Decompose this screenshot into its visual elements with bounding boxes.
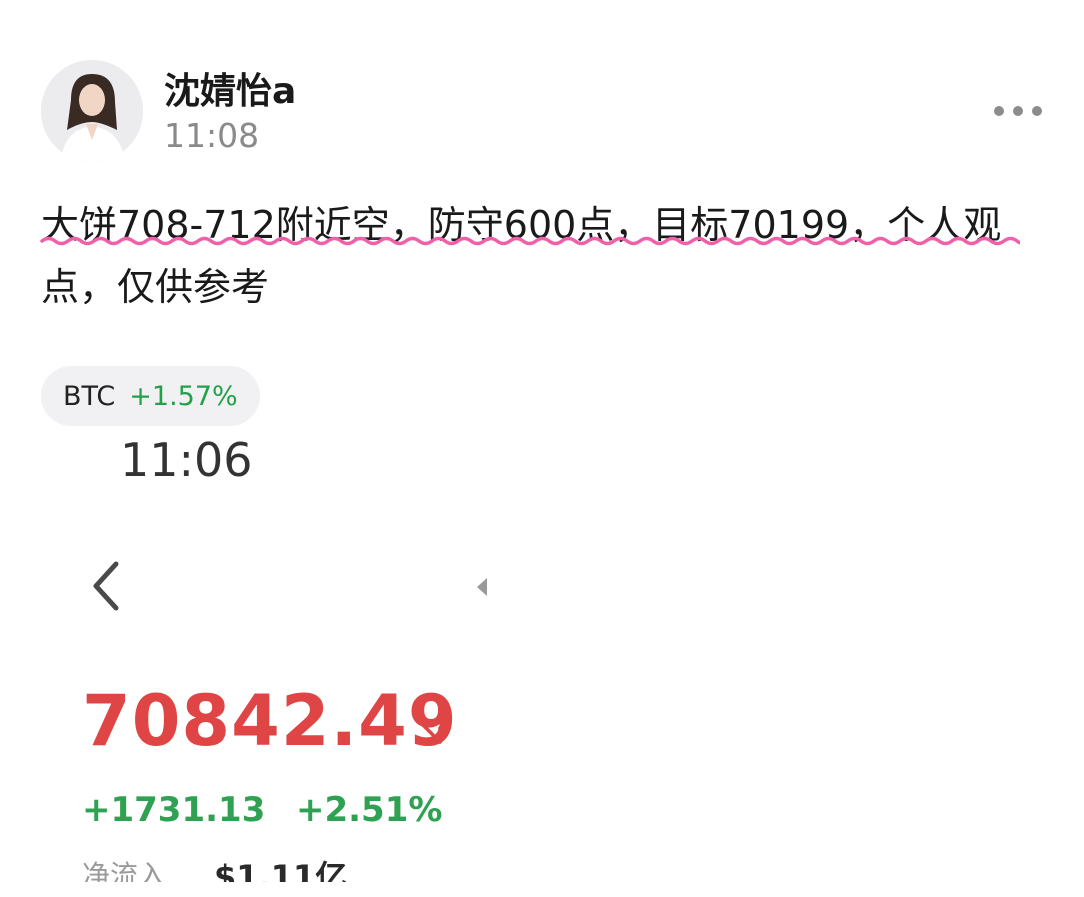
net-inflow-row: 净流入 $1.11亿	[82, 848, 482, 882]
price-change-absolute: +1731.13	[82, 790, 266, 830]
ticker-change: +1.57%	[129, 380, 238, 412]
ticker-chip-btc[interactable]: BTC +1.57%	[41, 366, 260, 426]
spellcheck-underline	[40, 236, 1020, 246]
price-change-percent: +2.51%	[296, 790, 443, 830]
avatar-photo	[41, 60, 143, 162]
more-options-button[interactable]	[990, 96, 1046, 126]
post-body-text: 大饼708-712附近空，防守600点，目标70199，个人观点，仅供参考	[41, 203, 1002, 309]
btc-price: 70842.49	[82, 680, 458, 762]
post-timestamp: 11:08	[164, 116, 260, 155]
chevron-left-icon	[93, 561, 119, 611]
back-button[interactable]	[88, 560, 124, 612]
author-name[interactable]: 沈婧怡a	[164, 62, 296, 114]
arrow-down-right-icon	[416, 718, 446, 748]
more-dots-icon	[994, 106, 1042, 116]
net-inflow-label: 净流入	[82, 859, 167, 882]
screenshot-status-time: 11:06	[120, 433, 253, 487]
author-avatar[interactable]	[41, 60, 143, 162]
ticker-symbol: BTC	[63, 380, 116, 412]
net-inflow-value: $1.11亿	[214, 858, 348, 882]
caret-left-icon	[474, 575, 490, 599]
